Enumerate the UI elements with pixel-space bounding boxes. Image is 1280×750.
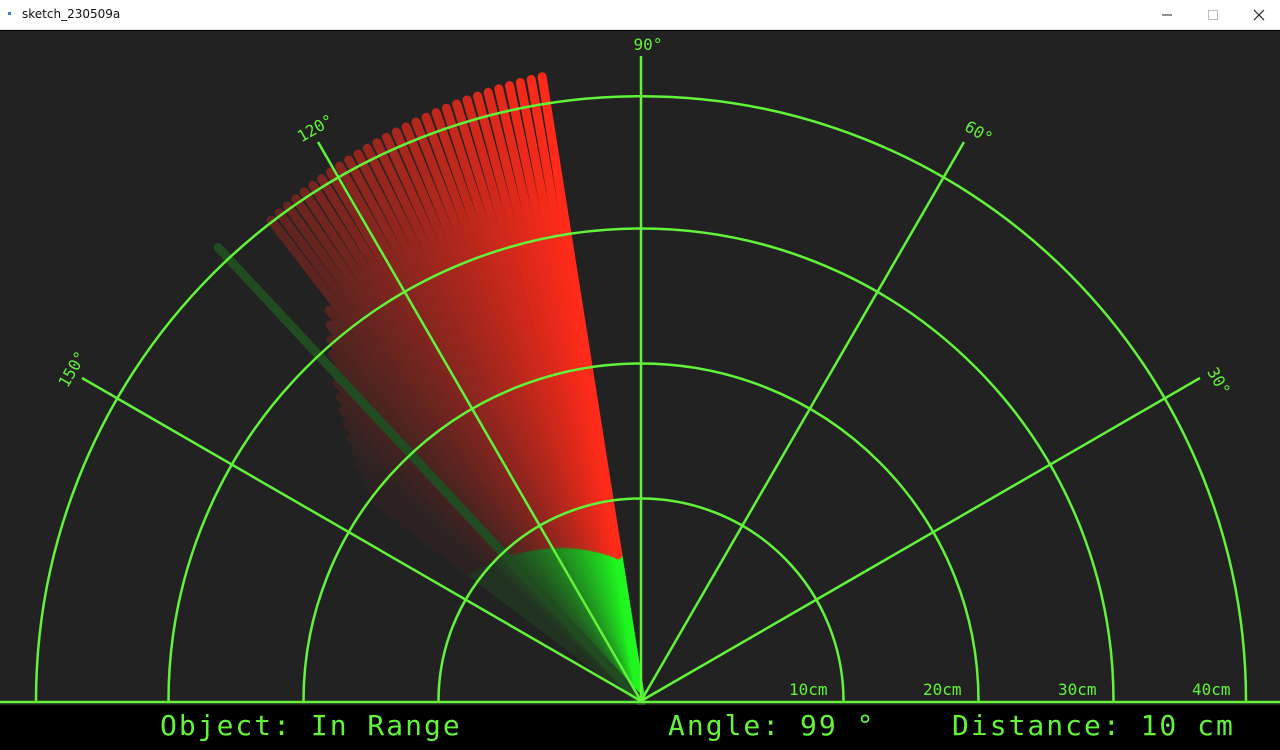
angle-label-150: 150°: [54, 348, 90, 391]
angle-label-60: 60°: [961, 117, 996, 148]
distance-label-10cm: 10cm: [789, 680, 828, 699]
angle-label-90: 90°: [634, 35, 663, 54]
radar-display: 90° 60° 30° 120° 150° 10cm 20cm 30cm 40c…: [0, 35, 1280, 706]
distance-readout: Distance: 10 cm: [952, 709, 1235, 742]
angle-label-30: 30°: [1203, 364, 1234, 399]
radar-grid: [0, 56, 1280, 704]
angle-line-30: [640, 376, 1201, 703]
angle-line-60: [639, 141, 966, 702]
angle-label-120: 120°: [294, 110, 337, 146]
distance-label-40cm: 40cm: [1192, 680, 1231, 699]
distance-label-20cm: 20cm: [923, 680, 962, 699]
distance-label-30cm: 30cm: [1058, 680, 1097, 699]
angle-readout: Angle: 99 °: [668, 709, 876, 742]
sweep-trail: [213, 72, 646, 706]
object-status: Object: In Range: [160, 709, 462, 742]
